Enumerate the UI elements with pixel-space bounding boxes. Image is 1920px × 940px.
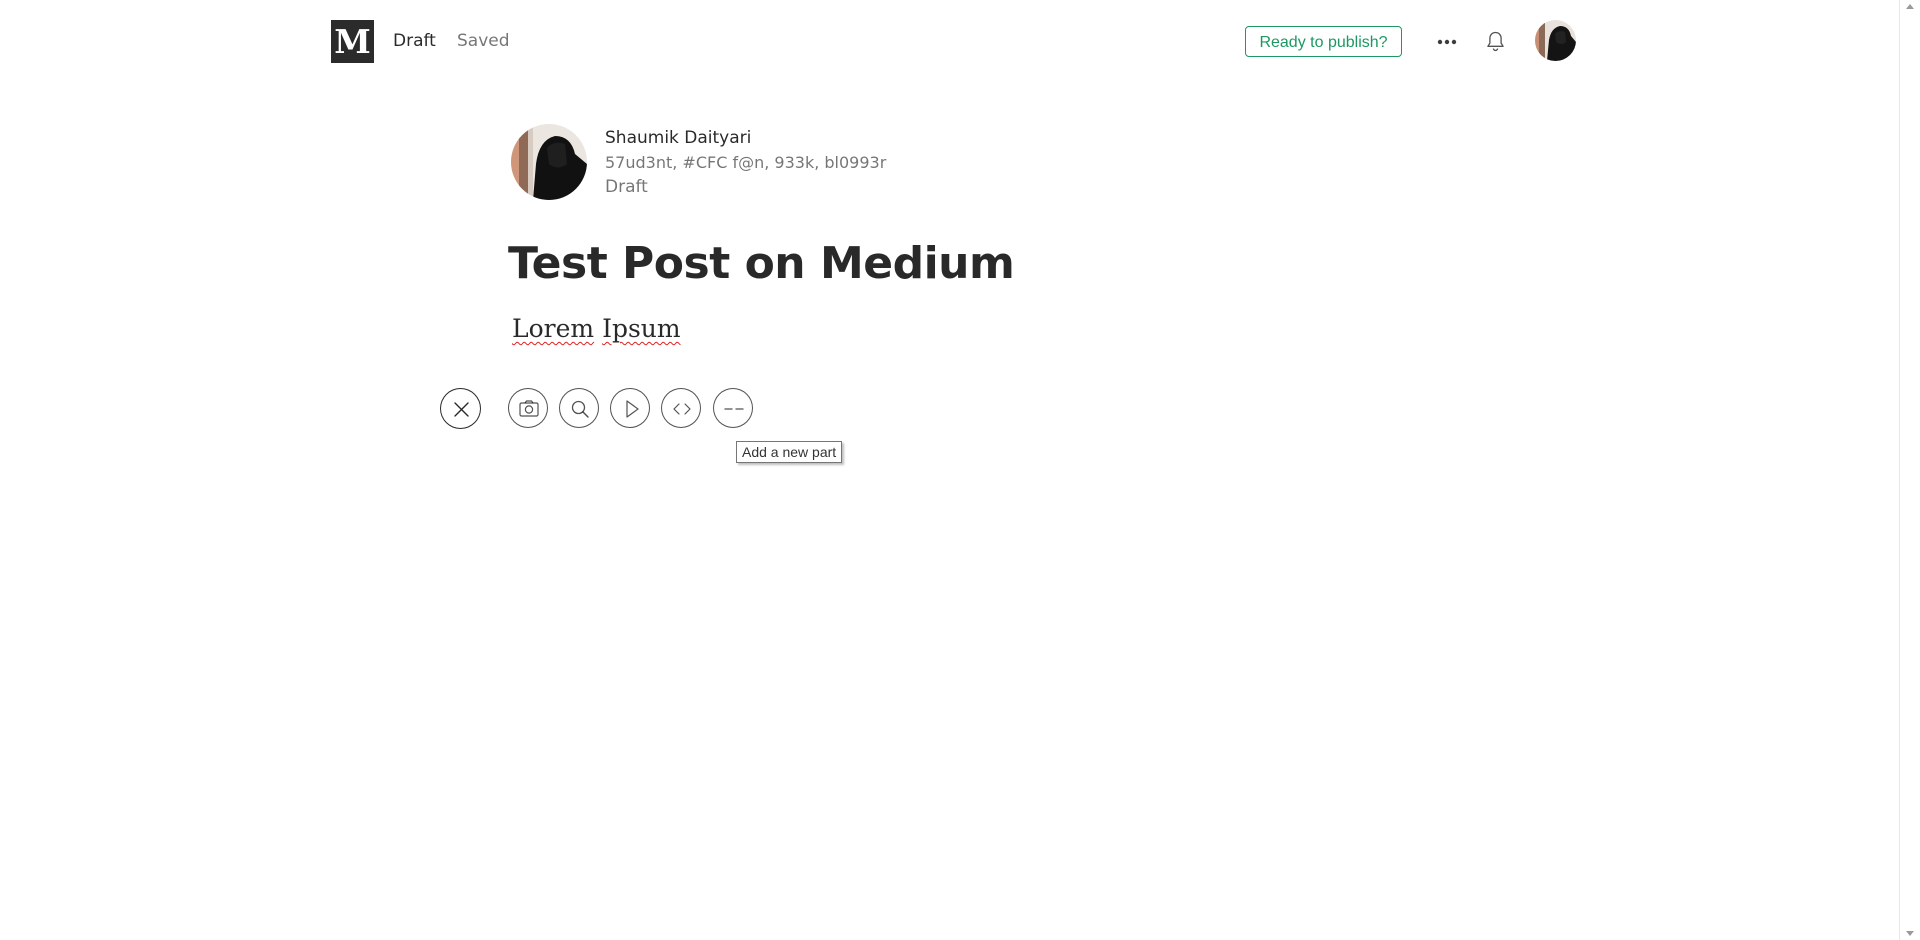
close-insert-menu-button[interactable] [440, 388, 481, 429]
avatar-image [1535, 20, 1576, 61]
vertical-scrollbar[interactable] [1899, 0, 1920, 940]
add-embed-button[interactable] [661, 388, 701, 428]
embed-code-icon [673, 403, 691, 415]
add-image-button[interactable] [508, 388, 548, 428]
post-body-paragraph[interactable]: Lorem Ipsum [512, 314, 681, 343]
notifications-bell-icon[interactable] [1483, 29, 1508, 54]
video-play-icon [626, 400, 639, 418]
post-title[interactable]: Test Post on Medium [508, 238, 1015, 289]
close-icon [454, 402, 469, 417]
draft-status-label: Draft [393, 31, 436, 51]
medium-logo[interactable]: M [331, 20, 374, 63]
new-part-icon [724, 408, 744, 410]
author-bio: 57ud3nt, #CFC f@n, 933k, bl0993r [605, 153, 887, 172]
post-body-word: Lorem [512, 314, 595, 343]
camera-icon [519, 400, 539, 417]
scroll-down-arrow-icon[interactable] [1906, 931, 1914, 936]
more-options-icon[interactable] [1435, 30, 1459, 54]
add-video-button[interactable] [610, 388, 650, 428]
saved-status-label: Saved [457, 31, 510, 51]
scroll-up-arrow-icon[interactable] [1906, 4, 1914, 9]
ready-to-publish-button[interactable]: Ready to publish? [1245, 26, 1402, 57]
author-name[interactable]: Shaumik Daityari [605, 128, 751, 148]
post-body-word: Ipsum [602, 314, 681, 343]
tooltip-add-new-part: Add a new part [736, 441, 843, 463]
user-avatar[interactable] [1535, 20, 1576, 61]
bell-icon [1487, 31, 1504, 52]
search-icon [571, 400, 589, 418]
author-avatar[interactable] [511, 124, 587, 200]
add-unsplash-image-button[interactable] [559, 388, 599, 428]
author-avatar-image [511, 124, 587, 200]
post-status: Draft [605, 177, 648, 197]
add-new-part-button[interactable] [713, 388, 753, 428]
more-icon [1437, 39, 1457, 45]
top-navigation-bar: M Draft Saved Ready to publish? [331, 20, 1576, 63]
